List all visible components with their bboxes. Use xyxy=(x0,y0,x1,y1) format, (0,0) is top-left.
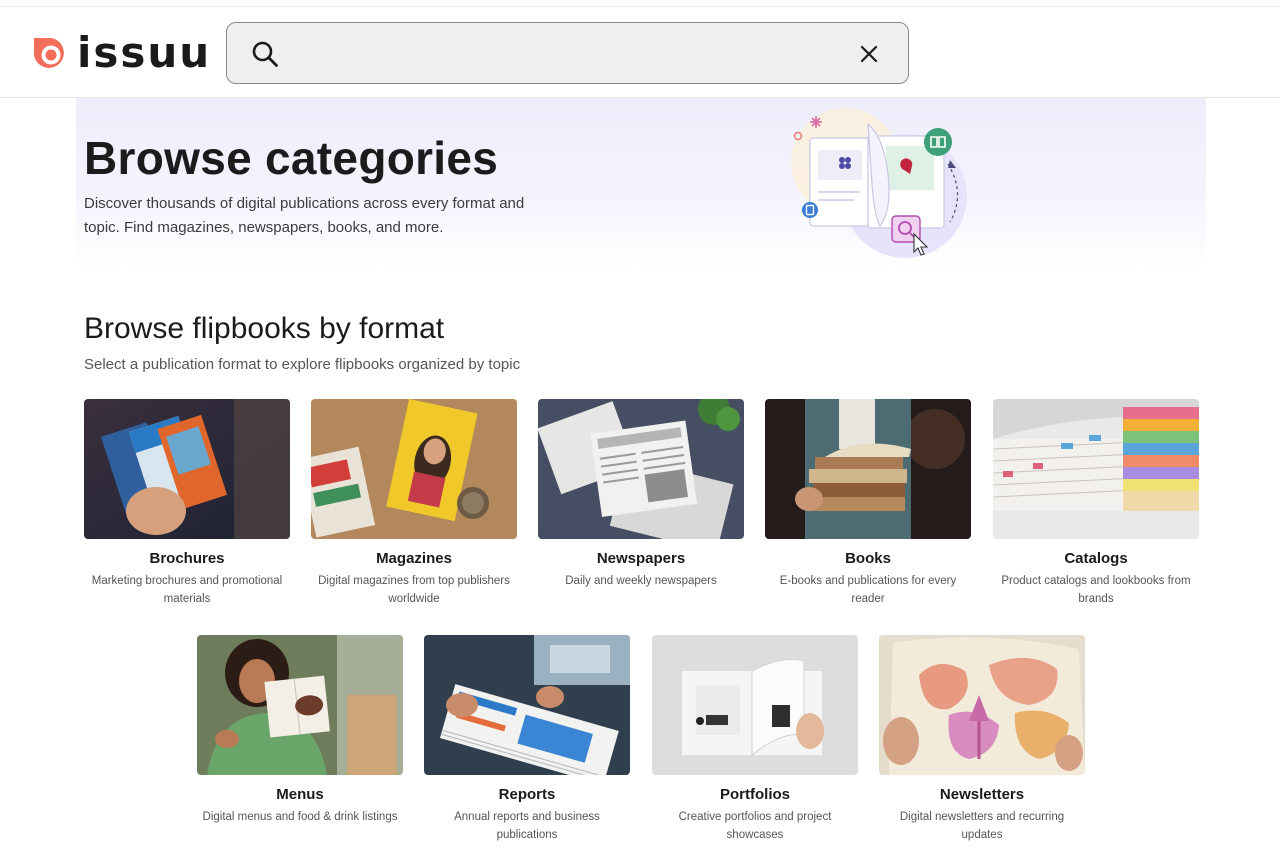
publications-illustration xyxy=(791,108,967,258)
card-title: Brochures xyxy=(149,550,225,567)
issuu-logo-icon xyxy=(34,38,64,68)
card-title: Newsletters xyxy=(939,786,1025,803)
card-title: Menus xyxy=(276,786,324,803)
card-description: Digital menus and food & drink listings xyxy=(202,811,398,823)
format-card-newsletters[interactable]: Newsletters Digital newsletters and recu… xyxy=(879,635,1085,844)
logo-text: issuu xyxy=(77,28,212,77)
format-card-catalogs[interactable]: Catalogs Product catalogs and lookbooks … xyxy=(993,399,1199,608)
format-card-magazines[interactable]: Magazines Digital magazines from top pub… xyxy=(311,399,517,608)
books-thumbnail xyxy=(765,399,971,539)
page-title: Browse categories xyxy=(84,132,499,184)
card-description: Daily and weekly newspapers xyxy=(565,575,717,587)
menus-thumbnail xyxy=(197,635,403,775)
card-title: Catalogs xyxy=(1064,550,1128,567)
magazines-thumbnail xyxy=(311,399,517,539)
card-description: Digital magazines from top publishers wo… xyxy=(318,575,510,605)
format-card-reports[interactable]: Reports Annual reports and business publ… xyxy=(424,635,630,844)
card-description: Annual reports and business publications xyxy=(454,811,600,841)
portfolios-thumbnail xyxy=(652,635,858,775)
section-subtitle: Select a publication format to explore f… xyxy=(84,356,521,373)
top-bar: issuu xyxy=(0,0,1280,98)
search-input[interactable] xyxy=(297,33,837,73)
card-title: Reports xyxy=(498,786,556,803)
card-description: Digital newsletters and recurring update… xyxy=(899,811,1065,841)
catalogs-thumbnail xyxy=(993,399,1199,539)
section-title: Browse flipbooks by format xyxy=(84,312,445,345)
card-title: Magazines xyxy=(376,550,452,567)
card-description: Product catalogs and lookbooks from bran… xyxy=(1001,575,1191,605)
newsletters-thumbnail xyxy=(879,635,1085,775)
format-card-menus[interactable]: Menus Digital menus and food & drink lis… xyxy=(197,635,403,826)
card-description: Marketing brochures and promotional mate… xyxy=(91,575,283,605)
card-description: E-books and publications for every reade… xyxy=(779,575,957,605)
card-title: Books xyxy=(845,550,891,567)
format-card-brochures[interactable]: Brochures Marketing brochures and promot… xyxy=(84,399,290,608)
reports-thumbnail xyxy=(424,635,630,775)
brochures-thumbnail xyxy=(84,399,290,539)
format-card-portfolios[interactable]: Portfolios Creative portfolios and proje… xyxy=(652,635,858,844)
card-description: Creative portfolios and project showcase… xyxy=(678,811,832,841)
card-title: Portfolios xyxy=(720,786,790,803)
issuu-logo[interactable]: issuu xyxy=(30,28,212,77)
card-title: Newspapers xyxy=(596,550,686,567)
newspapers-thumbnail xyxy=(538,399,744,539)
search-bar[interactable] xyxy=(226,22,909,84)
format-card-books[interactable]: Books E-books and publications for every… xyxy=(765,399,971,608)
search-icon xyxy=(252,41,278,67)
format-card-newspapers[interactable]: Newspapers Daily and weekly newspapers xyxy=(538,399,744,590)
hero-description: Discover thousands of digital publicatio… xyxy=(84,195,525,236)
close-icon[interactable] xyxy=(860,45,878,63)
